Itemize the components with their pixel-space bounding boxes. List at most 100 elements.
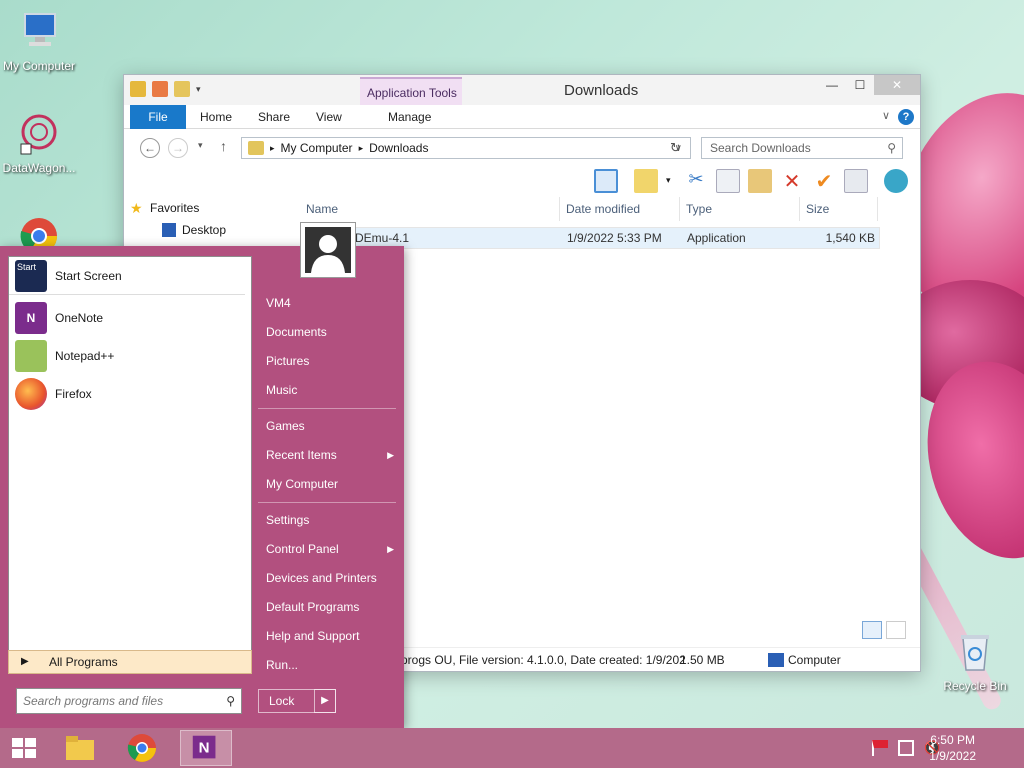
user-avatar[interactable] bbox=[300, 222, 356, 278]
taskbar-chrome[interactable] bbox=[120, 730, 164, 766]
tab-share[interactable]: Share bbox=[258, 105, 290, 129]
folder-icon[interactable] bbox=[130, 81, 146, 97]
start-search-input[interactable]: Search programs and files ⚲ bbox=[16, 688, 242, 714]
pinned-onenote[interactable]: N OneNote bbox=[9, 299, 251, 337]
windows-icon bbox=[12, 738, 36, 758]
tab-file[interactable]: File bbox=[130, 105, 186, 129]
navigation-bar: ← → ▾ ↑ ▸ My Computer ▸ Downloads ∨ ↻ Se… bbox=[124, 129, 920, 165]
start-item-settings[interactable]: Settings bbox=[258, 506, 404, 535]
maximize-button[interactable]: ☐ bbox=[846, 75, 874, 95]
desktop-icon bbox=[162, 223, 176, 237]
start-menu-places: VM4 Documents Pictures Music Games Recen… bbox=[258, 246, 404, 680]
select-icon[interactable] bbox=[634, 169, 658, 193]
file-list: Name Date modified Type Size DEmu-4.1 1/… bbox=[300, 197, 880, 249]
start-item-devices-printers[interactable]: Devices and Printers bbox=[258, 564, 404, 593]
pinned-start-screen[interactable]: Start Start Screen bbox=[9, 257, 245, 295]
onenote-icon: N bbox=[15, 302, 47, 334]
close-button[interactable]: ✕ bbox=[874, 75, 920, 95]
address-bar[interactable]: ▸ My Computer ▸ Downloads ∨ bbox=[241, 137, 691, 159]
desktop-icon-datawagon[interactable]: DataWagon... bbox=[0, 112, 78, 175]
column-header-date[interactable]: Date modified bbox=[560, 197, 680, 221]
tab-view[interactable]: View bbox=[316, 105, 342, 129]
properties-icon[interactable] bbox=[844, 169, 868, 193]
start-item-label: Recent Items bbox=[266, 448, 337, 462]
pinned-notepadpp[interactable]: Notepad++ bbox=[9, 337, 251, 375]
start-item-pictures[interactable]: Pictures bbox=[258, 347, 404, 376]
start-button[interactable] bbox=[2, 730, 46, 766]
taskbar-explorer[interactable] bbox=[58, 730, 102, 766]
properties-icon[interactable] bbox=[152, 81, 168, 97]
dropdown-icon[interactable]: ▾ bbox=[666, 175, 671, 186]
help-icon[interactable]: ? bbox=[898, 109, 914, 125]
pinned-label: Firefox bbox=[55, 387, 92, 401]
pinned-label: OneNote bbox=[55, 311, 104, 325]
taskbar: N 🔇 6:50 PM 1/9/2022 bbox=[0, 728, 1024, 768]
network-icon[interactable] bbox=[884, 169, 908, 193]
all-programs-label: All Programs bbox=[49, 655, 118, 669]
minimize-button[interactable]: — bbox=[818, 75, 846, 95]
sidebar-item-favorites[interactable]: ★ Favorites bbox=[124, 197, 294, 219]
chevron-right-icon: ▸ bbox=[358, 142, 364, 153]
shutdown-options-button[interactable]: ▶ bbox=[314, 689, 336, 713]
desktop-icon-label: Recycle Bin bbox=[943, 679, 1007, 693]
start-menu-programs: Start Start Screen N OneNote Notepad++ F… bbox=[8, 256, 252, 660]
datawagon-icon bbox=[20, 114, 57, 155]
start-item-default-programs[interactable]: Default Programs bbox=[258, 593, 404, 622]
user-icon bbox=[305, 227, 351, 273]
file-explorer-icon bbox=[66, 736, 94, 760]
refresh-icon[interactable]: ↻ bbox=[670, 140, 681, 156]
sidebar-item-label: Desktop bbox=[182, 223, 227, 237]
recent-locations-icon[interactable]: ▾ bbox=[198, 140, 203, 151]
delete-icon[interactable]: ✕ bbox=[780, 169, 804, 193]
search-placeholder: Search Downloads bbox=[710, 141, 811, 155]
start-item-games[interactable]: Games bbox=[258, 412, 404, 441]
start-item-control-panel[interactable]: Control Panel ▶ bbox=[258, 535, 404, 564]
start-screen-icon: Start bbox=[15, 259, 47, 292]
start-menu: Start Start Screen N OneNote Notepad++ F… bbox=[0, 246, 404, 728]
start-item-my-computer[interactable]: My Computer bbox=[258, 470, 404, 499]
column-header-name[interactable]: Name bbox=[300, 197, 560, 221]
breadcrumb-downloads[interactable]: Downloads bbox=[369, 141, 428, 155]
start-item-run[interactable]: Run... bbox=[258, 651, 404, 680]
search-input[interactable]: Search Downloads ⚲ bbox=[701, 137, 903, 159]
tab-home[interactable]: Home bbox=[200, 105, 232, 129]
star-icon: ★ bbox=[130, 200, 143, 216]
copy-icon[interactable] bbox=[716, 169, 740, 193]
clock-time: 6:50 PM bbox=[930, 733, 975, 747]
start-item-music[interactable]: Music bbox=[258, 376, 404, 405]
chrome-icon bbox=[127, 734, 156, 762]
start-item-documents[interactable]: Documents bbox=[258, 318, 404, 347]
details-view-icon[interactable] bbox=[862, 621, 882, 639]
preview-pane-icon[interactable] bbox=[594, 169, 618, 193]
large-icons-view-icon[interactable] bbox=[886, 621, 906, 639]
forward-button[interactable]: → bbox=[168, 138, 188, 158]
customize-qat-icon[interactable]: ▾ bbox=[196, 84, 201, 95]
network-icon[interactable] bbox=[898, 740, 914, 756]
all-programs-button[interactable]: ▶ All Programs bbox=[8, 650, 252, 674]
clock[interactable]: 6:50 PM 1/9/2022 bbox=[929, 732, 976, 764]
expand-ribbon-icon[interactable]: ∨ bbox=[882, 109, 890, 122]
start-item-help-support[interactable]: Help and Support bbox=[258, 622, 404, 651]
search-icon: ⚲ bbox=[887, 141, 896, 155]
column-header-size[interactable]: Size bbox=[800, 197, 878, 221]
taskbar-onenote[interactable]: N bbox=[180, 730, 232, 766]
pinned-firefox[interactable]: Firefox bbox=[9, 375, 251, 413]
new-folder-icon[interactable] bbox=[174, 81, 190, 97]
paste-icon[interactable] bbox=[748, 169, 772, 193]
window-title: Downloads bbox=[564, 82, 639, 99]
rename-icon[interactable]: ✔ bbox=[812, 169, 836, 193]
start-item-vm4[interactable]: VM4 bbox=[258, 289, 404, 318]
desktop-icon-recycle-bin[interactable]: Recycle Bin bbox=[936, 630, 1014, 693]
action-center-icon[interactable] bbox=[872, 740, 888, 756]
column-header-type[interactable]: Type bbox=[680, 197, 800, 221]
up-button[interactable]: ↑ bbox=[220, 138, 227, 154]
back-button[interactable]: ← bbox=[140, 138, 160, 158]
desktop-icon-my-computer[interactable]: My Computer bbox=[0, 10, 78, 73]
sidebar-item-desktop[interactable]: Desktop bbox=[124, 219, 294, 241]
cut-icon[interactable]: ✂ bbox=[684, 169, 708, 193]
start-item-recent-items[interactable]: Recent Items ▶ bbox=[258, 441, 404, 470]
breadcrumb-my-computer[interactable]: My Computer bbox=[281, 141, 353, 155]
column-headers: Name Date modified Type Size bbox=[300, 197, 880, 221]
pinned-label: Notepad++ bbox=[55, 349, 115, 363]
tab-manage[interactable]: Manage bbox=[388, 105, 431, 129]
